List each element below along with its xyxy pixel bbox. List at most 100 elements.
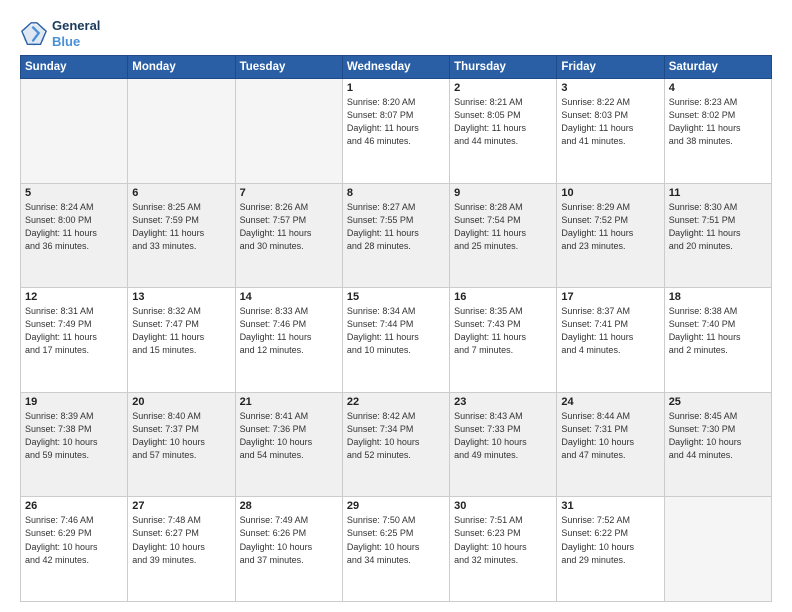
weekday-header: Monday xyxy=(128,56,235,79)
day-number: 23 xyxy=(454,396,552,408)
day-info: Sunrise: 8:43 AM Sunset: 7:33 PM Dayligh… xyxy=(454,410,552,462)
day-number: 27 xyxy=(132,500,230,512)
day-info: Sunrise: 7:51 AM Sunset: 6:23 PM Dayligh… xyxy=(454,514,552,566)
calendar-cell: 6Sunrise: 8:25 AM Sunset: 7:59 PM Daylig… xyxy=(128,183,235,288)
calendar-cell: 9Sunrise: 8:28 AM Sunset: 7:54 PM Daylig… xyxy=(450,183,557,288)
calendar-cell: 23 Sunrise: 8:43 AM Sunset: 7:33 PM Dayli… xyxy=(450,392,557,497)
weekday-header: Thursday xyxy=(450,56,557,79)
day-info: Sunrise: 8:30 AM Sunset: 7:51 PM Dayligh… xyxy=(669,201,767,253)
day-number: 5 xyxy=(25,187,123,199)
day-number: 21 xyxy=(240,396,338,408)
day-info: Sunrise: 7:49 AM Sunset: 6:26 PM Dayligh… xyxy=(240,514,338,566)
day-info: Sunrise: 7:46 AM Sunset: 6:29 PM Dayligh… xyxy=(25,514,123,566)
day-number: 20 xyxy=(132,396,230,408)
day-number: 3 xyxy=(561,82,659,94)
calendar-cell: 3 Sunrise: 8:22 AM Sunset: 8:03 PM Daylig… xyxy=(557,79,664,184)
day-info: Sunrise: 8:27 AM Sunset: 7:55 PM Dayligh… xyxy=(347,201,445,253)
day-number: 16 xyxy=(454,291,552,303)
calendar-cell: 31 Sunrise: 7:52 AM Sunset: 6:22 PM Dayli… xyxy=(557,497,664,602)
calendar-week-row: 1 Sunrise: 8:20 AM Sunset: 8:07 PM Daylig… xyxy=(21,79,772,184)
calendar-cell: 2Sunrise: 8:21 AM Sunset: 8:05 PM Daylig… xyxy=(450,79,557,184)
weekday-header: Friday xyxy=(557,56,664,79)
day-number: 11 xyxy=(669,187,767,199)
calendar-cell: 1 Sunrise: 8:20 AM Sunset: 8:07 PM Daylig… xyxy=(342,79,449,184)
calendar-cell: 22Sunrise: 8:42 AM Sunset: 7:34 PM Dayli… xyxy=(342,392,449,497)
calendar-cell: 11 Sunrise: 8:30 AM Sunset: 7:51 PM Dayli… xyxy=(664,183,771,288)
day-info: Sunrise: 7:50 AM Sunset: 6:25 PM Dayligh… xyxy=(347,514,445,566)
logo-icon xyxy=(20,20,48,48)
day-number: 4 xyxy=(669,82,767,94)
page: General Blue SundayMondayTuesdayWednesda… xyxy=(0,0,792,612)
calendar-cell: 20 Sunrise: 8:40 AM Sunset: 7:37 PM Dayli… xyxy=(128,392,235,497)
day-number: 29 xyxy=(347,500,445,512)
day-number: 30 xyxy=(454,500,552,512)
calendar-cell xyxy=(128,79,235,184)
day-number: 28 xyxy=(240,500,338,512)
day-info: Sunrise: 8:44 AM Sunset: 7:31 PM Dayligh… xyxy=(561,410,659,462)
day-info: Sunrise: 8:20 AM Sunset: 8:07 PM Dayligh… xyxy=(347,96,445,148)
calendar-cell: 28 Sunrise: 7:49 AM Sunset: 6:26 PM Dayli… xyxy=(235,497,342,602)
day-number: 18 xyxy=(669,291,767,303)
day-number: 25 xyxy=(669,396,767,408)
day-info: Sunrise: 8:39 AM Sunset: 7:38 PM Dayligh… xyxy=(25,410,123,462)
day-number: 1 xyxy=(347,82,445,94)
calendar-cell: 29 Sunrise: 7:50 AM Sunset: 6:25 PM Dayli… xyxy=(342,497,449,602)
calendar-week-row: 26 Sunrise: 7:46 AM Sunset: 6:29 PM Dayli… xyxy=(21,497,772,602)
calendar-cell: 14 Sunrise: 8:33 AM Sunset: 7:46 PM Dayli… xyxy=(235,288,342,393)
day-number: 24 xyxy=(561,396,659,408)
calendar-cell: 21 Sunrise: 8:41 AM Sunset: 7:36 PM Dayli… xyxy=(235,392,342,497)
day-number: 6 xyxy=(132,187,230,199)
day-info: Sunrise: 8:32 AM Sunset: 7:47 PM Dayligh… xyxy=(132,305,230,357)
day-number: 19 xyxy=(25,396,123,408)
day-number: 15 xyxy=(347,291,445,303)
calendar-cell xyxy=(235,79,342,184)
day-number: 14 xyxy=(240,291,338,303)
calendar-week-row: 19 Sunrise: 8:39 AM Sunset: 7:38 PM Dayli… xyxy=(21,392,772,497)
day-info: Sunrise: 8:35 AM Sunset: 7:43 PM Dayligh… xyxy=(454,305,552,357)
calendar-cell: 19 Sunrise: 8:39 AM Sunset: 7:38 PM Dayli… xyxy=(21,392,128,497)
calendar-cell: 15Sunrise: 8:34 AM Sunset: 7:44 PM Dayli… xyxy=(342,288,449,393)
day-number: 10 xyxy=(561,187,659,199)
day-info: Sunrise: 8:28 AM Sunset: 7:54 PM Dayligh… xyxy=(454,201,552,253)
weekday-header: Wednesday xyxy=(342,56,449,79)
day-info: Sunrise: 8:31 AM Sunset: 7:49 PM Dayligh… xyxy=(25,305,123,357)
calendar-week-row: 5Sunrise: 8:24 AM Sunset: 8:00 PM Daylig… xyxy=(21,183,772,288)
calendar-cell: 26 Sunrise: 7:46 AM Sunset: 6:29 PM Dayli… xyxy=(21,497,128,602)
day-info: Sunrise: 8:40 AM Sunset: 7:37 PM Dayligh… xyxy=(132,410,230,462)
calendar-cell: 25 Sunrise: 8:45 AM Sunset: 7:30 PM Dayli… xyxy=(664,392,771,497)
day-number: 26 xyxy=(25,500,123,512)
weekday-header: Sunday xyxy=(21,56,128,79)
day-info: Sunrise: 8:33 AM Sunset: 7:46 PM Dayligh… xyxy=(240,305,338,357)
calendar-cell: 12Sunrise: 8:31 AM Sunset: 7:49 PM Dayli… xyxy=(21,288,128,393)
weekday-header-row: SundayMondayTuesdayWednesdayThursdayFrid… xyxy=(21,56,772,79)
day-info: Sunrise: 8:37 AM Sunset: 7:41 PM Dayligh… xyxy=(561,305,659,357)
calendar-cell xyxy=(21,79,128,184)
calendar-cell: 27 Sunrise: 7:48 AM Sunset: 6:27 PM Dayli… xyxy=(128,497,235,602)
calendar-cell: 10Sunrise: 8:29 AM Sunset: 7:52 PM Dayli… xyxy=(557,183,664,288)
calendar-cell: 5Sunrise: 8:24 AM Sunset: 8:00 PM Daylig… xyxy=(21,183,128,288)
logo-text: General Blue xyxy=(52,18,100,49)
calendar-cell: 17 Sunrise: 8:37 AM Sunset: 7:41 PM Dayli… xyxy=(557,288,664,393)
day-info: Sunrise: 8:38 AM Sunset: 7:40 PM Dayligh… xyxy=(669,305,767,357)
day-number: 13 xyxy=(132,291,230,303)
day-info: Sunrise: 7:52 AM Sunset: 6:22 PM Dayligh… xyxy=(561,514,659,566)
logo: General Blue xyxy=(20,18,100,49)
day-number: 8 xyxy=(347,187,445,199)
calendar-table: SundayMondayTuesdayWednesdayThursdayFrid… xyxy=(20,55,772,602)
day-info: Sunrise: 8:26 AM Sunset: 7:57 PM Dayligh… xyxy=(240,201,338,253)
calendar-cell: 24 Sunrise: 8:44 AM Sunset: 7:31 PM Dayli… xyxy=(557,392,664,497)
calendar-week-row: 12Sunrise: 8:31 AM Sunset: 7:49 PM Dayli… xyxy=(21,288,772,393)
day-number: 22 xyxy=(347,396,445,408)
calendar-cell: 7 Sunrise: 8:26 AM Sunset: 7:57 PM Daylig… xyxy=(235,183,342,288)
day-number: 7 xyxy=(240,187,338,199)
calendar-cell: 4Sunrise: 8:23 AM Sunset: 8:02 PM Daylig… xyxy=(664,79,771,184)
day-info: Sunrise: 8:22 AM Sunset: 8:03 PM Dayligh… xyxy=(561,96,659,148)
calendar-cell: 13 Sunrise: 8:32 AM Sunset: 7:47 PM Dayli… xyxy=(128,288,235,393)
day-info: Sunrise: 8:41 AM Sunset: 7:36 PM Dayligh… xyxy=(240,410,338,462)
calendar-cell xyxy=(664,497,771,602)
day-number: 31 xyxy=(561,500,659,512)
calendar-cell: 30 Sunrise: 7:51 AM Sunset: 6:23 PM Dayli… xyxy=(450,497,557,602)
day-info: Sunrise: 7:48 AM Sunset: 6:27 PM Dayligh… xyxy=(132,514,230,566)
day-info: Sunrise: 8:45 AM Sunset: 7:30 PM Dayligh… xyxy=(669,410,767,462)
day-number: 17 xyxy=(561,291,659,303)
